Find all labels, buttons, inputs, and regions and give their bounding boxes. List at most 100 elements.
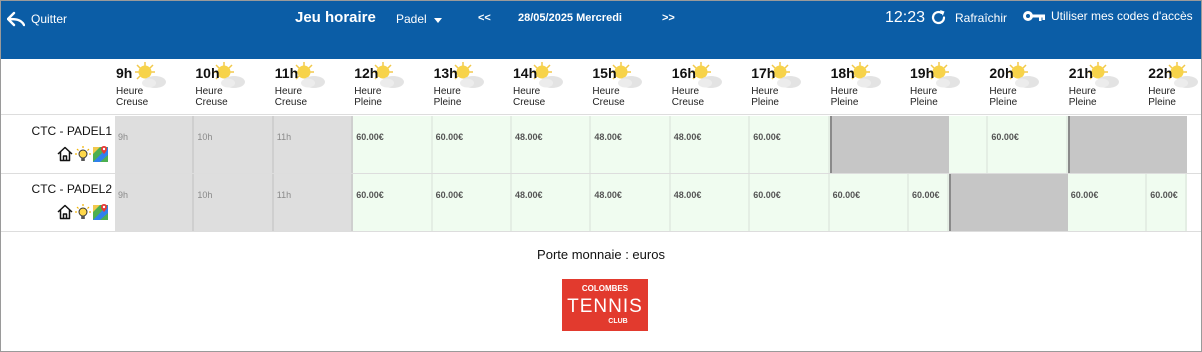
hours-header: 9h Heure Creuse 10h Heure Creuse 11h Heure Cre… (1, 59, 1201, 115)
court-row: CTC - PADEL2 9h 10h 11h 60.00€ 60.00€ 48.00€ 48… (1, 174, 1201, 232)
hour-column: 22h Heure Pleine (1147, 59, 1201, 115)
slot-label: 60.00€ (753, 190, 781, 200)
slot-label: 48.00€ (594, 132, 622, 142)
hour-label: 18h (830, 65, 855, 81)
top-bar: Quitter Jeu horaire Padel << 28/05/2025 … (1, 1, 1201, 59)
court-icons (57, 146, 109, 162)
hour-type-line1: Heure (1068, 86, 1097, 97)
hour-type-line1: Heure (910, 86, 938, 97)
sport-dropdown[interactable]: Padel (396, 12, 442, 26)
hour-type-line2: Pleine (910, 97, 938, 108)
current-date: 28/05/2025 Mercredi (518, 12, 622, 24)
slot-label: 60.00€ (991, 132, 1019, 142)
available-slot[interactable] (948, 116, 989, 173)
hour-type-line2: Pleine (830, 97, 859, 108)
quit-button[interactable]: Quitter (7, 9, 67, 29)
slot-label: 60.00€ (435, 190, 464, 200)
court-name: CTC - PADEL1 (31, 124, 112, 138)
past-slot: 9h (115, 174, 195, 231)
hour-label: 19h (910, 65, 935, 81)
court-label: CTC - PADEL1 (1, 116, 115, 174)
lightbulb-icon[interactable] (75, 146, 91, 162)
slot-label: 60.00€ (832, 190, 861, 200)
house-icon[interactable] (57, 204, 73, 220)
available-slot[interactable]: 60.00€ (353, 174, 433, 231)
hour-type-line1: Heure (671, 86, 700, 97)
previous-day-button[interactable]: << (478, 12, 491, 24)
available-slot[interactable]: 48.00€ (512, 116, 592, 173)
hour-column: 21h Heure Pleine (1068, 59, 1148, 115)
available-slot[interactable]: 60.00€ (432, 116, 512, 173)
past-slot: 10h (194, 116, 274, 173)
hour-type-line1: Heure (195, 86, 223, 97)
available-slot[interactable]: 48.00€ (670, 174, 751, 231)
hour-label: 15h (592, 65, 617, 81)
hour-column: 18h Heure Pleine (830, 59, 910, 115)
past-slot: 11h (273, 174, 354, 231)
hour-label: 16h (671, 65, 696, 81)
slot-label: 60.00€ (1070, 190, 1099, 200)
available-slot[interactable]: 60.00€ (829, 174, 909, 231)
slot-label: 60.00€ (753, 132, 781, 142)
refresh-icon (931, 10, 946, 25)
hour-column: 17h Heure Pleine (750, 59, 830, 115)
hour-label: 20h (989, 65, 1014, 81)
refresh-label: Rafraîchir (955, 10, 1008, 25)
hour-type-line1: Heure (1148, 86, 1176, 97)
key-icon (1023, 11, 1045, 21)
house-icon[interactable] (57, 146, 73, 162)
past-slot: 10h (194, 174, 274, 231)
refresh-button[interactable]: Rafraîchir (930, 9, 1007, 26)
hour-column: 16h Heure Creuse (671, 59, 751, 115)
hour-label: 11h (274, 65, 299, 81)
lightbulb-icon[interactable] (75, 204, 91, 220)
hour-column: 9h Heure Creuse (115, 59, 195, 115)
slot-label: 48.00€ (594, 190, 622, 200)
available-slot[interactable]: 48.00€ (591, 174, 671, 231)
available-slot[interactable]: 60.00€ (909, 174, 949, 231)
available-slot[interactable]: 48.00€ (591, 116, 671, 173)
hour-column: 14h Heure Creuse (512, 59, 592, 115)
booked-slot (829, 116, 949, 173)
hour-type-line1: Heure (592, 86, 620, 97)
map-icon[interactable] (93, 146, 109, 162)
slot-label: 9h (118, 190, 129, 200)
svg-text:COLOMBES: COLOMBES (582, 284, 629, 293)
available-slot[interactable]: 60.00€ (1067, 174, 1148, 231)
slot-label: 9h (118, 132, 129, 142)
hour-type-line2: Creuse (592, 97, 625, 108)
available-slot[interactable]: 60.00€ (988, 116, 1068, 173)
back-arrow-icon (7, 11, 25, 27)
hour-column: 10h Heure Creuse (194, 59, 274, 115)
svg-text:CLUB: CLUB (608, 318, 627, 325)
available-slot[interactable]: 60.00€ (432, 174, 512, 231)
hour-label: 12h (354, 65, 379, 81)
svg-text:TENNIS: TENNIS (567, 296, 643, 317)
available-slot[interactable]: 48.00€ (512, 174, 592, 231)
slot-label: 60.00€ (356, 132, 384, 142)
hour-type-line1: Heure (830, 86, 858, 97)
slot-label: 48.00€ (673, 190, 702, 200)
hour-label: 17h (751, 65, 776, 81)
available-slot[interactable]: 60.00€ (1147, 174, 1187, 231)
access-codes-label: Utiliser mes codes d'accès (1051, 9, 1193, 23)
available-slot[interactable]: 60.00€ (750, 116, 830, 173)
access-codes-button[interactable]: Utiliser mes codes d'accès (1022, 9, 1193, 23)
hour-type-line2: Creuse (195, 97, 228, 108)
hour-type-line1: Heure (116, 86, 144, 97)
hour-type-line2: Creuse (513, 97, 546, 108)
hour-type-line2: Creuse (671, 97, 705, 108)
available-slot[interactable]: 48.00€ (670, 116, 751, 173)
page-title: Jeu horaire (295, 9, 376, 26)
map-icon[interactable] (93, 204, 109, 220)
court-name: CTC - PADEL2 (31, 182, 112, 196)
court-icons (57, 204, 109, 220)
hour-label: 9h (116, 65, 133, 81)
available-slot[interactable]: 60.00€ (353, 116, 433, 173)
hour-type-line2: Pleine (751, 97, 779, 108)
hour-type-line1: Heure (513, 86, 541, 97)
past-slot: 9h (115, 116, 195, 173)
hour-label: 14h (513, 65, 538, 81)
available-slot[interactable]: 60.00€ (750, 174, 830, 231)
next-day-button[interactable]: >> (662, 12, 675, 24)
